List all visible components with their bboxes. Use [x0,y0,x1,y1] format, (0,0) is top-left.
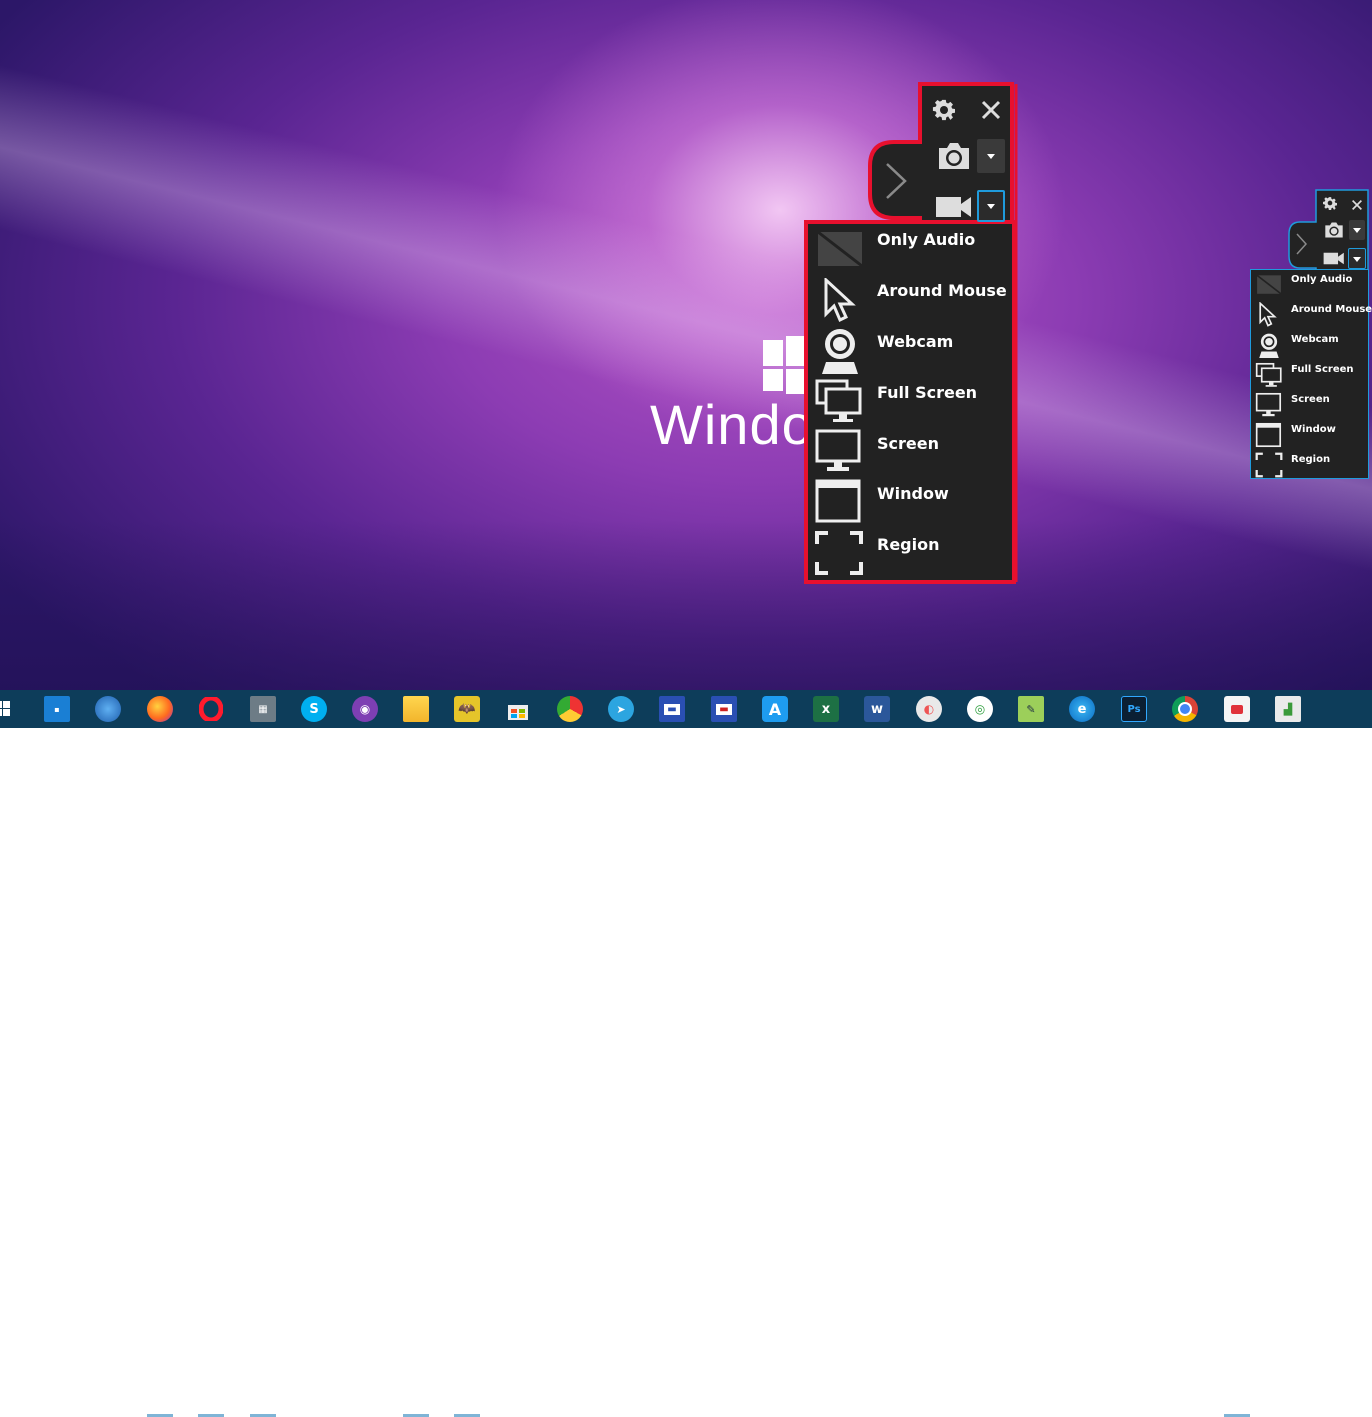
menu-label-webcam: Webcam [877,332,954,351]
no-video-icon [1256,274,1282,295]
no-video-icon [817,230,863,268]
menu-item-webcam[interactable]: Webcam [1251,330,1370,360]
record-options-dropdown[interactable] [1348,248,1366,269]
menu-item-screen[interactable]: Screen [1251,390,1370,420]
taskbar: ▪ ▦ S ◉ 🦇 ➤ ▬ ▬ A x w ◐ ◎ ✎ e Ps ▟ [0,690,1372,1417]
green-app-icon[interactable]: ◎ [967,696,993,722]
webcam-icon [1259,333,1279,358]
monitor-icon [1255,392,1282,417]
menu-item-only-audio[interactable]: Only Audio [1251,270,1370,300]
opera-icon[interactable] [198,696,224,722]
store-icon[interactable] [505,696,531,722]
word-icon[interactable]: w [864,696,890,722]
menu-item-around-mouse[interactable]: Around Mouse [808,274,1012,324]
task-view-icon[interactable]: ▪ [44,696,70,722]
record-mode-menu-large: Only Audio Around Mouse Webcam Full Scre… [808,224,1012,580]
chrome-canary-icon[interactable] [557,696,583,722]
tor-browser-icon[interactable]: ◉ [352,696,378,722]
menu-label-region: Region [1291,454,1331,465]
menu-label-window: Window [1291,424,1336,435]
menu-item-around-mouse[interactable]: Around Mouse [1251,300,1372,330]
menu-item-window[interactable]: Window [808,474,1012,524]
start-button[interactable] [0,696,16,722]
telegram-icon[interactable]: ➤ [608,696,634,722]
menu-label-webcam: Webcam [1291,334,1339,345]
menu-item-window[interactable]: Window [1251,420,1370,450]
floppy-save-1-icon[interactable]: ▬ [659,696,685,722]
window-icon [1255,422,1282,448]
paint-app-icon[interactable]: ◐ [916,696,942,722]
thunderbird-icon[interactable] [95,696,121,722]
toolbar-small-outline [1288,189,1369,271]
chrome-icon[interactable] [1172,696,1198,722]
menu-label-screen: Screen [877,434,939,453]
menu-label-region: Region [877,535,940,554]
menu-item-screen[interactable]: Screen [808,424,1012,474]
menu-label-only-audio: Only Audio [1291,274,1353,285]
photoshop-icon[interactable]: Ps [1121,696,1147,722]
window-icon [815,479,861,523]
multi-monitor-icon [1255,362,1282,387]
file-explorer-icon[interactable] [403,696,429,722]
region-icon [1255,452,1283,478]
menu-label-screen: Screen [1291,394,1330,405]
menu-label-only-audio: Only Audio [877,230,976,249]
calculator-icon[interactable]: ▦ [250,696,276,722]
multi-monitor-icon [815,379,862,422]
menu-label-full-screen: Full Screen [1291,364,1354,375]
menu-item-full-screen[interactable]: Full Screen [1251,360,1370,390]
camera-screenshot-button[interactable] [1323,220,1345,240]
mouse-pointer-icon [824,278,856,323]
monitor-icon [815,429,861,471]
network-monitor-icon[interactable]: ▟ [1275,696,1301,722]
screen-recorder-icon[interactable] [1224,696,1250,722]
menu-label-around-mouse: Around Mouse [1291,304,1372,315]
menu-item-region[interactable]: Region [1251,450,1370,478]
excel-icon[interactable]: x [813,696,839,722]
menu-item-full-screen[interactable]: Full Screen [808,374,1012,424]
skype-icon[interactable]: S [301,696,327,722]
region-icon [815,531,863,575]
notepad-plus-icon[interactable]: ✎ [1018,696,1044,722]
firefox-icon[interactable] [147,696,173,722]
close-icon[interactable] [1351,196,1363,210]
webcam-icon [822,329,858,374]
record-mode-menu-small: Only Audio Around Mouse Webcam Full Scre… [1250,269,1372,479]
menu-item-region[interactable]: Region [808,524,1012,578]
gear-icon[interactable] [1323,195,1337,210]
floppy-save-2-icon[interactable]: ▬ [711,696,737,722]
edge-icon[interactable]: e [1069,696,1095,722]
menu-label-full-screen: Full Screen [877,383,978,402]
mouse-pointer-icon [1259,302,1277,327]
app-store-icon[interactable]: A [762,696,788,722]
menu-label-around-mouse: Around Mouse [877,281,1007,300]
video-record-button[interactable] [1323,251,1345,266]
menu-item-only-audio[interactable]: Only Audio [808,224,1012,274]
menu-label-window: Window [877,484,949,503]
batman-game-icon[interactable]: 🦇 [454,696,480,722]
screenshot-options-dropdown[interactable] [1349,220,1365,240]
menu-item-webcam[interactable]: Webcam [808,324,1012,374]
